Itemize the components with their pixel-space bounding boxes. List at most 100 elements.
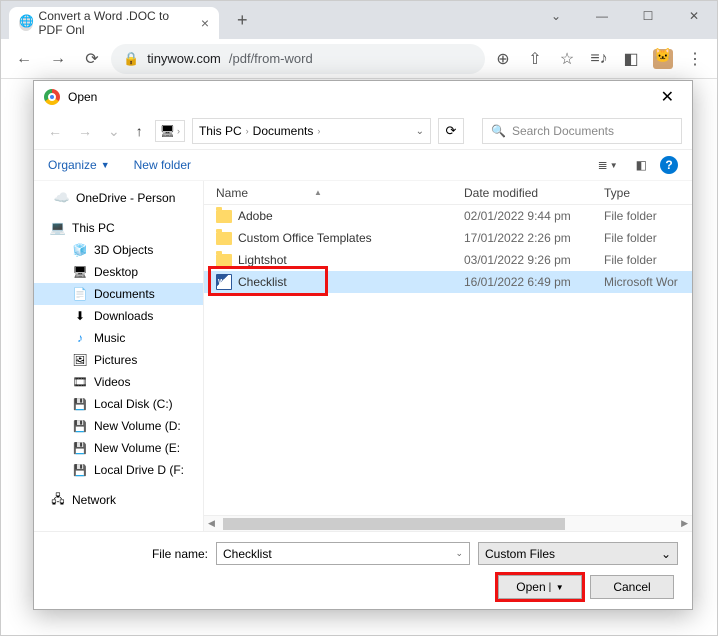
breadcrumb-root-icon[interactable]: 🖥 › [155,120,185,142]
file-row-selected[interactable]: Checklist 16/01/2022 6:49 pm Microsoft W… [204,271,692,293]
organize-button[interactable]: Organize ▼ [48,158,110,172]
chevron-right-icon: › [246,126,249,136]
breadcrumb[interactable]: This PC › Documents › ⌄ [192,118,431,144]
sidebar-item-desktop[interactable]: 🖥Desktop [34,261,203,283]
url-path: /pdf/from-word [229,51,313,66]
zoom-icon[interactable]: ⊕ [489,44,517,74]
word-doc-icon [216,274,232,290]
crumb-documents[interactable]: Documents [253,124,314,138]
nav-recent-icon[interactable]: ⌄ [104,121,124,142]
nav-back-icon[interactable]: ← [44,121,66,141]
open-button[interactable]: Open ▏▼ [498,575,582,599]
chevron-down-icon[interactable]: ⌄ [533,1,579,31]
minimize-button[interactable]: — [579,1,625,31]
profile-icon[interactable] [649,44,677,74]
star-icon[interactable]: ☆ [553,44,581,74]
pictures-icon: 🖼 [72,352,88,368]
column-date[interactable]: Date modified [464,186,604,200]
videos-icon: 🎞 [72,374,88,390]
annotation-highlight [495,572,585,602]
dialog-buttons: Open ▏▼ Cancel [48,575,678,599]
close-window-button[interactable]: ✕ [671,1,717,31]
scrollbar-thumb[interactable] [223,518,565,530]
pc-icon [50,220,66,236]
back-button[interactable]: ← [9,44,39,74]
close-tab-icon[interactable]: × [201,15,209,31]
sidebar-item-downloads[interactable]: ⬇Downloads [34,305,203,327]
sidebar-item-documents[interactable]: 📄Documents [34,283,203,305]
column-type[interactable]: Type [604,186,692,200]
menu-icon[interactable]: ⋮ [681,44,709,74]
sidebar-item-pictures[interactable]: 🖼Pictures [34,349,203,371]
filetype-select[interactable]: Custom Files ⌄ [478,542,678,565]
music-icon: ♪ [72,330,88,346]
chevron-down-icon[interactable]: ⌄ [661,547,671,561]
disk-icon [72,462,88,478]
sidebar-item-thispc[interactable]: This PC [34,217,203,239]
sidebar-item-newvolume-d[interactable]: New Volume (D: [34,415,203,437]
crumb-dropdown-icon[interactable]: ⌄ [416,126,424,137]
dialog-footer: File name: Checklist ⌄ Custom Files ⌄ Op… [34,531,692,609]
disk-icon [72,440,88,456]
dialog-close-button[interactable]: ✕ [653,83,682,111]
sidebar-item-newvolume-e[interactable]: New Volume (E: [34,437,203,459]
share-icon[interactable]: ⇧ [521,44,549,74]
sidebar-item-videos[interactable]: 🎞Videos [34,371,203,393]
file-row[interactable]: Adobe 02/01/2022 9:44 pm File folder [204,205,692,227]
address-bar[interactable]: 🔒 tinywow.com/pdf/from-word [111,44,485,74]
lock-icon: 🔒 [123,51,139,67]
tab-title: Convert a Word .DOC to PDF Onl [39,9,191,37]
refresh-button[interactable]: ⟳ [438,118,464,144]
file-list: Name▲ Date modified Type Adobe 02/01/202… [204,181,692,531]
sidebar-item-music[interactable]: ♪Music [34,327,203,349]
sidebar-item-onedrive[interactable]: OneDrive - Person [34,187,203,209]
search-input[interactable]: 🔍 Search Documents [482,118,682,144]
nav-up-icon[interactable]: ↑ [132,121,147,141]
chrome-icon [44,89,60,105]
cancel-button[interactable]: Cancel [590,575,674,599]
folder-icon [216,232,232,245]
forward-button[interactable]: → [43,44,73,74]
url-host: tinywow.com [147,51,221,66]
file-list-header[interactable]: Name▲ Date modified Type [204,181,692,205]
extensions: ⊕ ⇧ ☆ ≡♪ ◧ ⋮ [489,44,709,74]
sidebar-item-3dobjects[interactable]: 🧊3D Objects [34,239,203,261]
scroll-arrow-right-icon[interactable]: ▶ [677,518,692,529]
file-row[interactable]: Lightshot 03/01/2022 9:26 pm File folder [204,249,692,271]
column-name[interactable]: Name▲ [204,186,464,200]
file-rows[interactable]: Adobe 02/01/2022 9:44 pm File folder Cus… [204,205,692,515]
search-icon: 🔍 [491,124,506,138]
sidebar-item-network[interactable]: Network [34,489,203,511]
preview-pane-button[interactable]: ◧ [631,155,652,175]
chevron-down-icon[interactable]: ⌄ [455,548,463,559]
view-mode-button[interactable]: ≣ ▼ [593,155,623,175]
horizontal-scrollbar[interactable]: ◀ ▶ [204,515,692,531]
dialog-toolbar: Organize ▼ New folder ≣ ▼ ◧ ? [34,149,692,181]
help-icon[interactable]: ? [660,156,678,174]
disk-icon [72,396,88,412]
chevron-right-icon: › [317,126,320,136]
browser-toolbar: ← → ⟳ 🔒 tinywow.com/pdf/from-word ⊕ ⇧ ☆ … [1,39,717,79]
sidebar-item-localdrive-f[interactable]: Local Drive D (F: [34,459,203,481]
dialog-nav: ← → ⌄ ↑ 🖥 › This PC › Documents › ⌄ ⟳ 🔍 … [34,113,692,149]
sidebar[interactable]: OneDrive - Person This PC 🧊3D Objects 🖥D… [34,181,204,531]
file-row[interactable]: Custom Office Templates 17/01/2022 2:26 … [204,227,692,249]
sidebar-item-localdisk-c[interactable]: Local Disk (C:) [34,393,203,415]
search-placeholder: Search Documents [512,124,614,138]
sidepanel-icon[interactable]: ◧ [617,44,645,74]
maximize-button[interactable]: ☐ [625,1,671,31]
filename-input[interactable]: Checklist ⌄ [216,542,470,565]
playlist-icon[interactable]: ≡♪ [585,44,613,74]
scroll-arrow-left-icon[interactable]: ◀ [204,518,219,529]
new-folder-button[interactable]: New folder [134,158,191,172]
crumb-thispc[interactable]: This PC [199,124,242,138]
reload-button[interactable]: ⟳ [77,44,107,74]
chevron-down-icon: ▼ [101,160,110,170]
new-tab-button[interactable]: + [229,6,256,35]
filename-row: File name: Checklist ⌄ Custom Files ⌄ [48,542,678,565]
disk-icon [72,418,88,434]
nav-forward-icon: → [74,121,96,141]
browser-tab[interactable]: Convert a Word .DOC to PDF Onl × [9,7,219,39]
cloud-icon [54,190,70,206]
documents-icon: 📄 [72,286,88,302]
